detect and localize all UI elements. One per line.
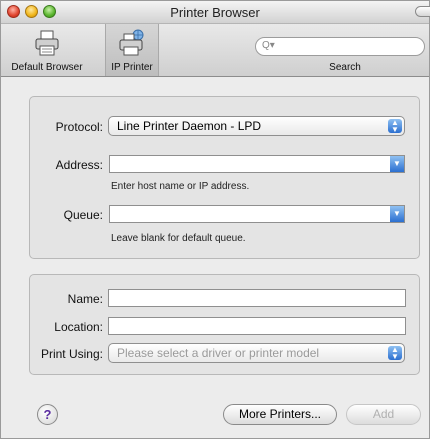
address-hint: Enter host name or IP address. [111,181,250,192]
printer-icon [35,30,59,56]
print-using-popup[interactable]: Please select a driver or printer model … [108,343,405,363]
search-input[interactable] [278,39,422,56]
more-printers-button[interactable]: More Printers... [223,404,337,425]
print-using-value: Please select a driver or printer model [117,346,320,360]
chevron-down-icon[interactable]: ▼ [390,156,404,172]
search-icon: Q▾ [262,40,275,51]
search-field[interactable]: Q▾ [255,37,425,56]
toolbar: Default Browser IP Printer Q▾ Search [1,24,429,77]
queue-combo[interactable]: ▼ [109,205,405,223]
search-label: Search [329,62,361,73]
toolbar-item-label: IP Printer [111,62,153,73]
toolbar-toggle-button[interactable] [415,6,430,17]
chevron-down-icon[interactable]: ▼ [390,206,404,222]
location-field[interactable] [108,317,406,335]
popup-arrows-icon: ▲ ▼ [388,119,402,134]
title-bar: Printer Browser [1,1,430,24]
protocol-popup[interactable]: Line Printer Daemon - LPD ▲ ▼ [108,116,405,136]
printer-browser-window: Printer Browser Default Browser IP Print… [0,0,430,439]
protocol-value: Line Printer Daemon - LPD [117,119,262,133]
protocol-label: Protocol: [55,120,103,134]
name-label: Name: [67,292,103,306]
address-label: Address: [55,158,103,172]
toolbar-ip-printer[interactable]: IP Printer [105,24,159,76]
toolbar-default-browser[interactable]: Default Browser [1,24,93,76]
help-button[interactable]: ? [37,404,58,425]
address-combo[interactable]: ▼ [109,155,405,173]
popup-arrows-icon: ▲ ▼ [388,346,402,361]
queue-hint: Leave blank for default queue. [111,233,246,244]
name-field[interactable] [108,289,406,307]
add-button[interactable]: Add [346,404,421,425]
toolbar-item-label: Default Browser [11,62,83,73]
network-printer-icon [119,29,144,56]
queue-label: Queue: [63,208,103,222]
location-label: Location: [54,320,103,334]
window-title: Printer Browser [170,5,260,20]
print-using-label: Print Using: [40,347,103,361]
